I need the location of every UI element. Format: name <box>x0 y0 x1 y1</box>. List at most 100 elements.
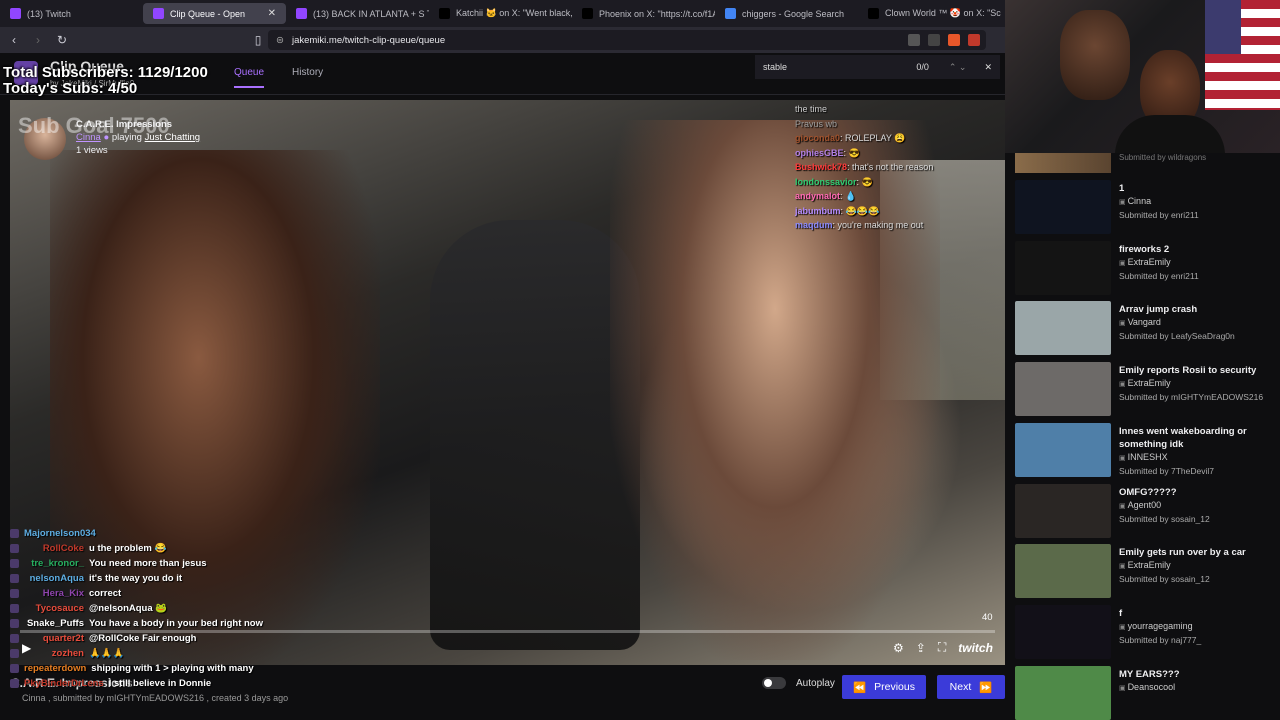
address-bar[interactable]: ⊜ jakemiki.me/twitch-clip-queue/queue <box>268 30 986 50</box>
chat-username: PkyBinderDrLens <box>24 678 104 689</box>
queue-thumb-partial[interactable] <box>1015 153 1111 173</box>
browser-nav-bar: ‹ › ↻ ▯ ⊜ jakemiki.me/twitch-clip-queue/… <box>0 27 1005 53</box>
bookmark-icon[interactable]: ▯ <box>248 33 268 47</box>
tab-favicon-icon <box>153 8 164 19</box>
share-icon[interactable] <box>928 34 940 46</box>
queue-item-channel: Agent00 <box>1119 499 1269 513</box>
browser-tab[interactable]: Katchii 🐱 on X: "Went black, ..." <box>429 0 572 27</box>
chat-username: zozhen <box>51 648 84 659</box>
site-info-icon[interactable]: ⊜ <box>276 35 284 46</box>
chat-message: 😎 <box>861 176 873 187</box>
find-prev-next-icon[interactable]: ⌃ ⌄ <box>949 62 967 73</box>
tab-close-icon[interactable]: ✕ <box>268 8 276 19</box>
autoplay-toggle[interactable] <box>762 677 786 689</box>
brave-shield-icon[interactable] <box>948 34 960 46</box>
queue-item[interactable]: fireworks 2ExtraEmilySubmitted by enri21… <box>1015 240 1275 297</box>
car-seat <box>430 220 640 650</box>
chat-message: shipping with 1 > playing with many <box>91 663 254 674</box>
chat-message: 😂😂😂 <box>845 205 880 216</box>
queue-thumbnail[interactable] <box>1015 240 1111 295</box>
chat-line: londonssavior: 😎 <box>795 175 1000 190</box>
streamer-shirt <box>1115 115 1225 153</box>
twitch-logo-icon[interactable]: twitch <box>958 641 993 655</box>
chat-line: Snake_Puffs You have a body in your bed r… <box>10 616 270 631</box>
fullscreen-icon[interactable]: ⛶ <box>938 640 946 655</box>
chat-line: quarter2t @RollCoke Fair enough <box>10 631 270 646</box>
queue-item[interactable]: Emily reports Rosii to securityExtraEmil… <box>1015 362 1275 418</box>
chat-line: Tycosauce @nelsonAqua 🐸 <box>10 601 270 616</box>
browser-tab[interactable]: Clip Queue - Open ✕ <box>143 3 286 24</box>
chat-username: maqdum <box>795 220 833 230</box>
queue-thumbnail[interactable] <box>1015 422 1111 477</box>
chat-username: Majornelson034 <box>24 528 96 539</box>
chat-badge-icon <box>10 559 19 568</box>
browser-tab[interactable]: Clown World ™ 🤡 on X: "Scan <box>858 0 1001 27</box>
queue-item-channel: Deansocool <box>1119 681 1269 695</box>
find-input[interactable]: stable <box>763 62 787 72</box>
queue-thumbnail[interactable] <box>1015 665 1111 720</box>
reader-view-icon[interactable] <box>908 34 920 46</box>
chat-username: Snake_Puffs <box>26 618 84 629</box>
video-time: 40 <box>982 612 993 623</box>
queue-thumbnail[interactable] <box>1015 180 1111 234</box>
reload-icon[interactable]: ↻ <box>52 33 72 47</box>
queue-item-channel: ExtraEmily <box>1119 377 1269 391</box>
tab-history[interactable]: History <box>292 67 323 88</box>
queue-item-text: fireworks 2ExtraEmilySubmitted by enri21… <box>1119 243 1269 283</box>
chat-message: u the problem 😂 <box>89 543 167 554</box>
tab-queue[interactable]: Queue <box>234 67 265 88</box>
queue-item[interactable]: Arrav jump crashVangardSubmitted by Leaf… <box>1015 301 1275 357</box>
previous-button[interactable]: ⏪ Previous <box>842 675 926 699</box>
queue-item-channel: ExtraEmily <box>1119 559 1269 573</box>
browser-tab[interactable]: (13) BACK IN ATLANTA + S TIE <box>286 0 429 27</box>
queue-item[interactable]: fyourragegamingSubmitted by naj777_ <box>1015 604 1275 661</box>
footer-clip-meta: Cinna , submitted by mIGHTYmEADOWS216 , … <box>22 693 289 703</box>
queue-item[interactable]: MY EARS???Deansocool <box>1015 665 1275 720</box>
queue-item-submitter: Submitted by mIGHTYmEADOWS216 <box>1119 392 1264 403</box>
chat-username: RollCoke <box>42 543 84 554</box>
queue-item[interactable]: OMFG?????Agent00Submitted by sosain_12 <box>1015 483 1275 540</box>
chat-username: quarter2t <box>42 633 84 644</box>
browser-tab[interactable]: (13) Twitch <box>0 0 143 27</box>
browser-tab[interactable]: Phoenix on X: "https://t.co/f1A <box>572 0 715 27</box>
queue-thumbnail[interactable] <box>1015 362 1111 417</box>
queue-item[interactable]: Emily gets run over by a carExtraEmilySu… <box>1015 544 1275 600</box>
queue-item-title: f <box>1119 607 1123 619</box>
chat-line: zozhen 🙏🙏🙏 <box>10 646 270 661</box>
queue-item[interactable]: 1CinnaSubmitted by enri211 <box>1015 180 1275 236</box>
queue-thumbnail[interactable] <box>1015 301 1111 356</box>
queue-item[interactable]: Innes went wakeboarding or something idk… <box>1015 422 1275 479</box>
queue-item-title: Emily reports Rosii to security <box>1119 365 1257 377</box>
browser-tab[interactable]: chiggers - Google Search <box>715 0 858 27</box>
tab-label: Katchii 🐱 on X: "Went black, ..." <box>456 8 572 18</box>
chat-line: nelsonAqua it's the way you do it <box>10 571 270 586</box>
queue-item-channel: Cinna <box>1119 195 1269 209</box>
chat-message: 🙏🙏🙏 <box>89 648 125 659</box>
forward-icon[interactable]: › <box>28 33 48 47</box>
rewards-icon[interactable] <box>968 34 980 46</box>
next-button[interactable]: Next ⏩ <box>937 675 1005 699</box>
app-nav: Queue History <box>234 67 323 88</box>
today-subs: Today's Subs: 4/50 <box>3 80 138 97</box>
sub-goal-overlay: Sub Goal 7500 <box>18 113 170 138</box>
back-icon[interactable]: ‹ <box>4 33 24 47</box>
chat-message: you're making me out <box>837 220 924 230</box>
webcam-overlay <box>1005 0 1280 153</box>
chat-username: londonssavior <box>795 176 857 187</box>
share-icon[interactable]: ⇪ <box>916 641 926 655</box>
chat-username: jabumbum <box>795 205 841 216</box>
chat-badge-icon <box>10 649 19 658</box>
settings-icon[interactable]: ⚙ <box>893 641 904 655</box>
queue-thumbnail[interactable] <box>1015 483 1111 538</box>
autoplay-control[interactable]: Autoplay <box>762 677 835 689</box>
queue-item-submitter: Submitted by sosain_12 <box>1119 513 1210 524</box>
queue-thumbnail[interactable] <box>1015 544 1111 599</box>
queue-item-text: 1CinnaSubmitted by enri211 <box>1119 182 1269 222</box>
chat-message: 💧 <box>845 191 857 201</box>
close-icon[interactable]: ✕ <box>984 62 992 73</box>
queue-item-text: Arrav jump crashVangardSubmitted by Leaf… <box>1119 303 1269 343</box>
tab-favicon-icon <box>296 8 307 19</box>
queue-thumbnail[interactable] <box>1015 604 1111 659</box>
chat-line: gioconda0: ROLEPLAY 😩 <box>795 131 1000 146</box>
tab-favicon-icon <box>582 8 593 19</box>
